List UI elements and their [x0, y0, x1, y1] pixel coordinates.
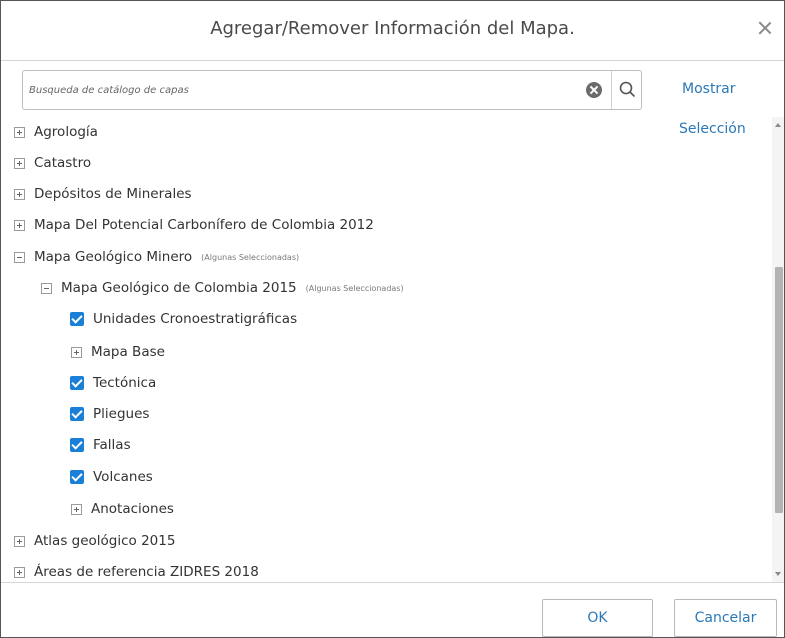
tree-item-potencial-carbonifero[interactable]: Mapa Del Potencial Carbonífero de Colomb… [14, 213, 374, 237]
tree-item-mapa-base[interactable]: Mapa Base [71, 340, 165, 364]
tree-item-label: Unidades Cronoestratigráficas [93, 311, 298, 327]
search-input[interactable] [23, 71, 578, 109]
tree-item-mapa-geologico-colombia-2015[interactable]: Mapa Geológico de Colombia 2015 (Algunas… [41, 276, 404, 300]
tree-item-atlas-geologico-2015[interactable]: Atlas geológico 2015 [14, 529, 175, 553]
tree-item-fallas[interactable]: Fallas [70, 433, 131, 457]
show-link[interactable]: Mostrar [682, 81, 736, 97]
tree-item-agrologia[interactable]: Agrología [14, 120, 98, 144]
checkbox-checked-icon[interactable] [70, 312, 84, 326]
tree-item-label: Tectónica [93, 375, 157, 391]
expand-plus-icon[interactable] [14, 566, 25, 578]
tree-item-anotaciones[interactable]: Anotaciones [71, 497, 174, 521]
tree-item-depositos-minerales[interactable]: Depósitos de Minerales [14, 182, 192, 206]
scroll-down-arrow-icon[interactable] [775, 572, 781, 576]
tree-item-label: Mapa Geológico Minero [34, 249, 193, 265]
tree-item-label: Áreas de referencia ZIDRES 2018 [34, 564, 259, 580]
add-remove-map-info-dialog: Agregar/Remover Información del Mapa. Mo… [0, 0, 785, 638]
tree-item-areas-referencia-zidres[interactable]: Áreas de referencia ZIDRES 2018 [14, 560, 259, 582]
tree-item-label: Mapa Geológico de Colombia 2015 [61, 280, 297, 296]
dialog-titlebar: Agregar/Remover Información del Mapa. [1, 1, 784, 61]
search-box [22, 70, 642, 110]
tree-item-pliegues[interactable]: Pliegues [70, 402, 149, 426]
tree-item-unidades-cronoestratigraficas[interactable]: Unidades Cronoestratigráficas [70, 307, 297, 331]
expand-plus-icon[interactable] [14, 126, 25, 138]
checkbox-checked-icon[interactable] [70, 438, 84, 452]
expand-plus-icon[interactable] [71, 503, 82, 515]
expand-plus-icon[interactable] [14, 157, 25, 169]
collapse-minus-icon[interactable] [14, 251, 25, 263]
expand-plus-icon[interactable] [14, 188, 25, 200]
partial-selection-note: (Algunas Seleccionadas) [201, 252, 300, 262]
search-icon [619, 81, 636, 98]
search-button[interactable] [611, 71, 642, 109]
layer-catalog-tree: Agrología Catastro Depósitos de Minerale… [1, 117, 773, 582]
collapse-minus-icon[interactable] [41, 282, 52, 294]
checkbox-checked-icon[interactable] [70, 407, 84, 421]
expand-plus-icon[interactable] [14, 219, 25, 231]
scroll-up-arrow-icon[interactable] [775, 123, 781, 127]
tree-item-label: Catastro [34, 155, 92, 171]
tree-item-label: Agrología [34, 124, 98, 140]
partial-selection-note: (Algunas Seleccionadas) [305, 283, 404, 293]
tree-item-label: Volcanes [93, 469, 153, 485]
tree-item-label: Atlas geológico 2015 [34, 533, 176, 549]
dialog-title: Agregar/Remover Información del Mapa. [210, 18, 575, 39]
tree-item-tectonica[interactable]: Tectónica [70, 371, 156, 395]
expand-plus-icon[interactable] [71, 346, 82, 358]
expand-plus-icon[interactable] [14, 535, 25, 547]
tree-item-volcanes[interactable]: Volcanes [70, 465, 153, 489]
close-icon[interactable] [756, 19, 774, 37]
dialog-footer: OK Cancelar [1, 582, 784, 638]
checkbox-checked-icon[interactable] [70, 470, 84, 484]
tree-item-label: Depósitos de Minerales [34, 186, 192, 202]
tree-item-label: Mapa Del Potencial Carbonífero de Colomb… [34, 217, 374, 233]
tree-item-mapa-geologico-minero[interactable]: Mapa Geológico Minero (Algunas Seleccion… [14, 245, 299, 269]
cancel-button[interactable]: Cancelar [674, 599, 777, 637]
scroll-thumb[interactable] [775, 267, 783, 513]
tree-item-label: Fallas [93, 437, 131, 453]
checkbox-checked-icon[interactable] [70, 376, 84, 390]
clear-circle-icon[interactable] [586, 82, 602, 98]
tree-item-label: Pliegues [93, 406, 150, 422]
tree-item-catastro[interactable]: Catastro [14, 151, 91, 175]
tree-item-label: Anotaciones [91, 501, 174, 517]
tree-scrollbar[interactable] [772, 117, 784, 582]
tree-item-label: Mapa Base [91, 344, 165, 360]
ok-button[interactable]: OK [542, 599, 653, 637]
